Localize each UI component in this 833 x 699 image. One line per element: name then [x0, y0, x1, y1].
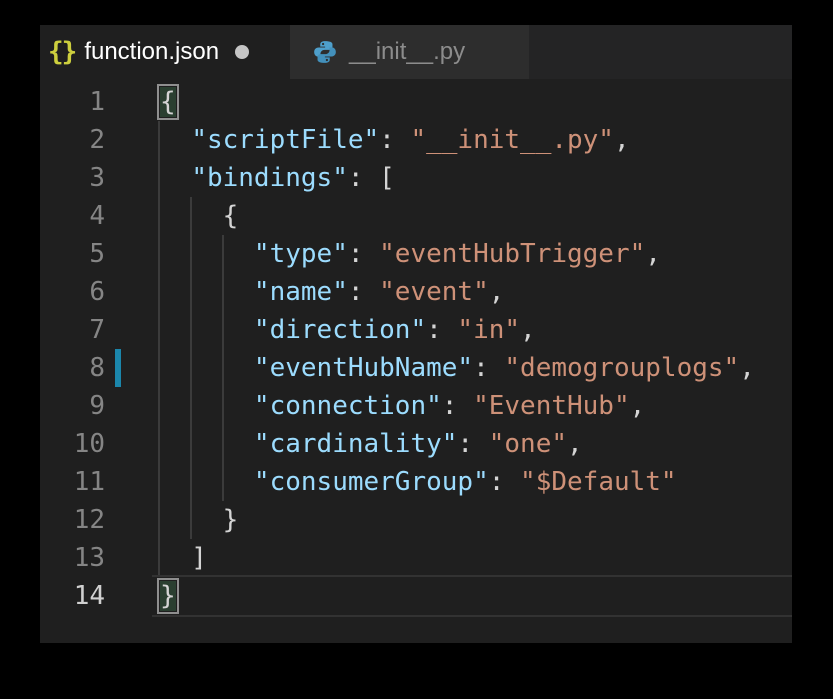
line-content: {	[105, 83, 176, 121]
line-number[interactable]: 12	[40, 501, 105, 539]
tab-label-init-py: __init__.py	[349, 38, 465, 66]
line-number[interactable]: 9	[40, 387, 105, 425]
code-editor[interactable]: 1{2 "scriptFile": "__init__.py",3 "bindi…	[40, 79, 792, 643]
code-line-6[interactable]: 6 "name": "event",	[40, 273, 792, 311]
line-number[interactable]: 13	[40, 539, 105, 577]
line-number[interactable]: 4	[40, 197, 105, 235]
tab-bar-empty-space	[529, 25, 792, 79]
code-line-2[interactable]: 2 "scriptFile": "__init__.py",	[40, 121, 792, 159]
code-line-3[interactable]: 3 "bindings": [	[40, 159, 792, 197]
tab-function-json[interactable]: {} function.json	[40, 25, 290, 79]
code-lines: 1{2 "scriptFile": "__init__.py",3 "bindi…	[40, 79, 792, 643]
line-number[interactable]: 8	[40, 349, 105, 387]
code-line-8[interactable]: 8 "eventHubName": "demogrouplogs",	[40, 349, 792, 387]
line-content: "cardinality": "one",	[105, 425, 583, 463]
line-number[interactable]: 11	[40, 463, 105, 501]
modified-indicator-dot[interactable]	[235, 45, 249, 59]
tab-label-function-json: function.json	[84, 38, 219, 66]
line-number[interactable]: 2	[40, 121, 105, 159]
line-number[interactable]: 3	[40, 159, 105, 197]
line-number[interactable]: 14	[40, 577, 105, 615]
editor-tab-bar: {} function.json __init__.py	[40, 25, 792, 79]
line-number[interactable]: 7	[40, 311, 105, 349]
line-content: {	[105, 197, 238, 235]
matched-bracket: }	[160, 581, 176, 611]
vscode-editor-window: {} function.json __init__.py 1{2 "script…	[40, 25, 792, 643]
modified-line-gutter-indicator	[115, 349, 121, 387]
python-icon	[312, 39, 338, 65]
code-line-11[interactable]: 11 "consumerGroup": "$Default"	[40, 463, 792, 501]
tab-init-py[interactable]: __init__.py	[290, 25, 529, 79]
line-number[interactable]: 6	[40, 273, 105, 311]
matched-bracket: {	[160, 87, 176, 117]
code-line-7[interactable]: 7 "direction": "in",	[40, 311, 792, 349]
code-line-10[interactable]: 10 "cardinality": "one",	[40, 425, 792, 463]
line-content: "scriptFile": "__init__.py",	[105, 121, 630, 159]
code-line-14[interactable]: 14}	[40, 577, 792, 615]
line-content: "bindings": [	[105, 159, 395, 197]
line-content: "eventHubName": "demogrouplogs",	[105, 349, 755, 387]
code-line-9[interactable]: 9 "connection": "EventHub",	[40, 387, 792, 425]
screenshot-root: { "colors": { "page_bg": "#000000", "win…	[0, 0, 833, 699]
line-content: "name": "event",	[105, 273, 504, 311]
code-line-13[interactable]: 13 ]	[40, 539, 792, 577]
code-line-12[interactable]: 12 }	[40, 501, 792, 539]
code-line-1[interactable]: 1{	[40, 83, 792, 121]
line-number[interactable]: 10	[40, 425, 105, 463]
code-line-4[interactable]: 4 {	[40, 197, 792, 235]
json-braces-icon: {}	[48, 37, 75, 67]
code-line-5[interactable]: 5 "type": "eventHubTrigger",	[40, 235, 792, 273]
line-number[interactable]: 5	[40, 235, 105, 273]
line-content: "type": "eventHubTrigger",	[105, 235, 661, 273]
line-content: }	[105, 501, 238, 539]
line-content: "direction": "in",	[105, 311, 536, 349]
line-number[interactable]: 1	[40, 83, 105, 121]
line-content: "consumerGroup": "$Default"	[105, 463, 677, 501]
line-content: }	[105, 577, 176, 615]
line-content: "connection": "EventHub",	[105, 387, 645, 425]
line-content: ]	[105, 539, 207, 577]
